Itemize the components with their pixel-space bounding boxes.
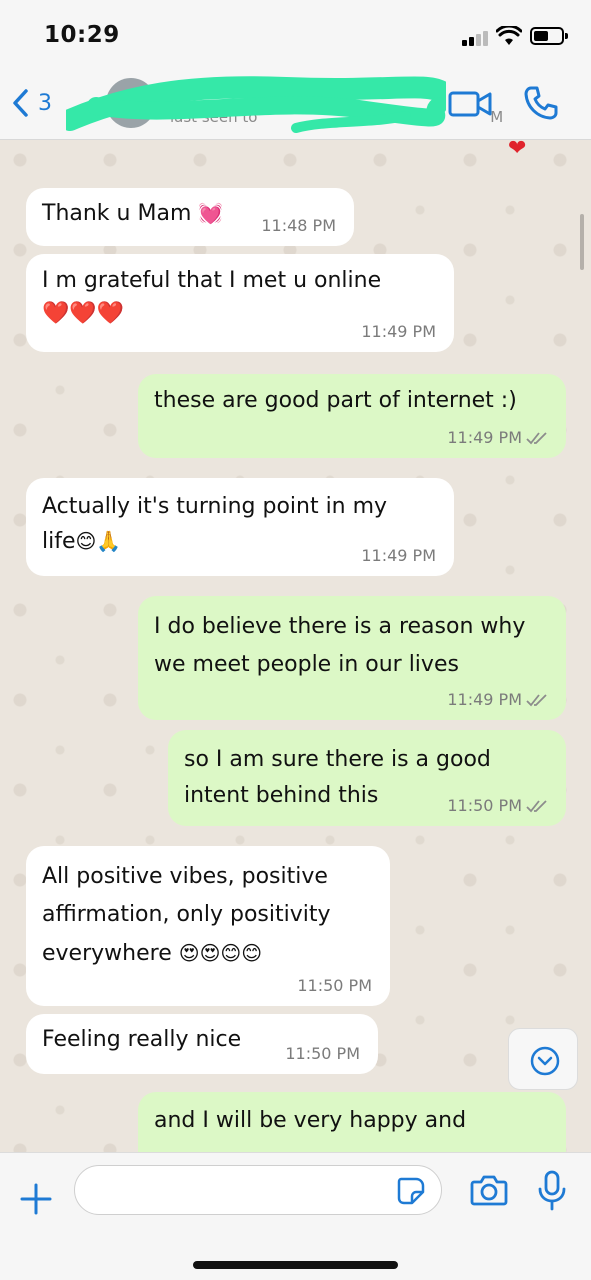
redaction-scribble <box>66 76 446 133</box>
message-bubble[interactable]: and I will be very happy and <box>138 1092 566 1152</box>
message-text: Thank u Mam <box>42 201 192 226</box>
message-time: 11:50 PM <box>447 796 522 815</box>
message-bubble[interactable]: so I am sure there is a good intent behi… <box>168 730 566 826</box>
message-time: 11:49 PM <box>447 428 522 447</box>
message-bubble[interactable]: Thank u Mam 💓 11:48 PM <box>26 188 354 246</box>
double-check-icon <box>526 432 547 445</box>
status-time: 10:29 <box>44 22 120 48</box>
message-text: these are good part of internet :) <box>154 388 517 413</box>
message-bubble[interactable]: All positive vibes, positive affirmation… <box>26 846 390 1006</box>
message-status: 11:49 PM <box>447 428 548 448</box>
double-check-icon <box>526 694 547 707</box>
message-time: 11:50 PM <box>297 976 372 995</box>
message-time: 11:50 PM <box>285 1044 360 1063</box>
message-input[interactable] <box>74 1165 442 1215</box>
message-text: affirmation, only positivity <box>42 902 331 927</box>
plus-icon[interactable] <box>18 1181 54 1217</box>
back-button[interactable]: 3 <box>10 86 52 120</box>
input-bar <box>0 1152 591 1280</box>
message-text: we meet people in our lives <box>154 652 459 677</box>
message-bubble[interactable]: Feeling really nice 11:50 PM <box>26 1014 378 1074</box>
message-text: Actually it's turning point in my <box>42 494 388 519</box>
message-time: 11:49 PM <box>447 690 522 709</box>
message-bubble[interactable]: Actually it's turning point in my life😊🙏… <box>26 478 454 576</box>
microphone-icon[interactable] <box>536 1169 568 1211</box>
message-bubble[interactable]: these are good part of internet :) 11:49… <box>138 374 566 458</box>
message-status: 11:50 PM <box>447 796 548 816</box>
message-status: 11:49 PM <box>447 690 548 710</box>
message-text: so I am sure there is a good <box>184 747 491 772</box>
message-time: 11:49 PM <box>361 322 436 341</box>
battery-icon <box>530 27 568 45</box>
message-emoji: 💓 <box>198 201 224 225</box>
message-time: 11:48 PM <box>261 216 336 235</box>
chat-header: 3 MM Di last seen to M <box>0 70 591 140</box>
camera-icon[interactable] <box>470 1173 508 1207</box>
status-bar: 10:29 <box>0 0 591 70</box>
sticker-icon[interactable] <box>396 1176 426 1206</box>
home-indicator <box>193 1261 398 1269</box>
scroll-down-button[interactable] <box>508 1028 578 1090</box>
message-emoji: 😍😍😊😊 <box>178 941 263 965</box>
message-bubble[interactable]: I do believe there is a reason why we me… <box>138 596 566 720</box>
chevron-down-circle-icon <box>530 1046 560 1076</box>
message-time: 11:49 PM <box>361 546 436 565</box>
message-text: and I will be very happy and <box>154 1108 467 1133</box>
message-emoji: 😊🙏 <box>75 529 122 553</box>
wifi-icon <box>496 26 522 45</box>
scrollbar[interactable] <box>580 214 584 270</box>
chevron-left-icon <box>13 89 28 117</box>
message-text: everywhere <box>42 941 172 966</box>
message-text: I m grateful that I met u online <box>42 268 382 293</box>
heart-reaction: ❤ <box>508 140 527 161</box>
video-camera-icon[interactable] <box>448 88 494 120</box>
chat-area[interactable]: ❤ Thank u Mam 💓 11:48 PM I m grateful th… <box>0 140 591 1152</box>
message-bubble[interactable]: I m grateful that I met u online ❤️❤️❤️ … <box>26 254 454 352</box>
unread-count: 3 <box>38 90 52 116</box>
double-check-icon <box>526 800 547 813</box>
message-text: I do believe there is a reason why <box>154 614 526 639</box>
phone-icon[interactable] <box>522 84 560 122</box>
message-text: life <box>42 529 76 554</box>
message-text: All positive vibes, positive <box>42 864 328 889</box>
signal-icon <box>462 30 492 46</box>
